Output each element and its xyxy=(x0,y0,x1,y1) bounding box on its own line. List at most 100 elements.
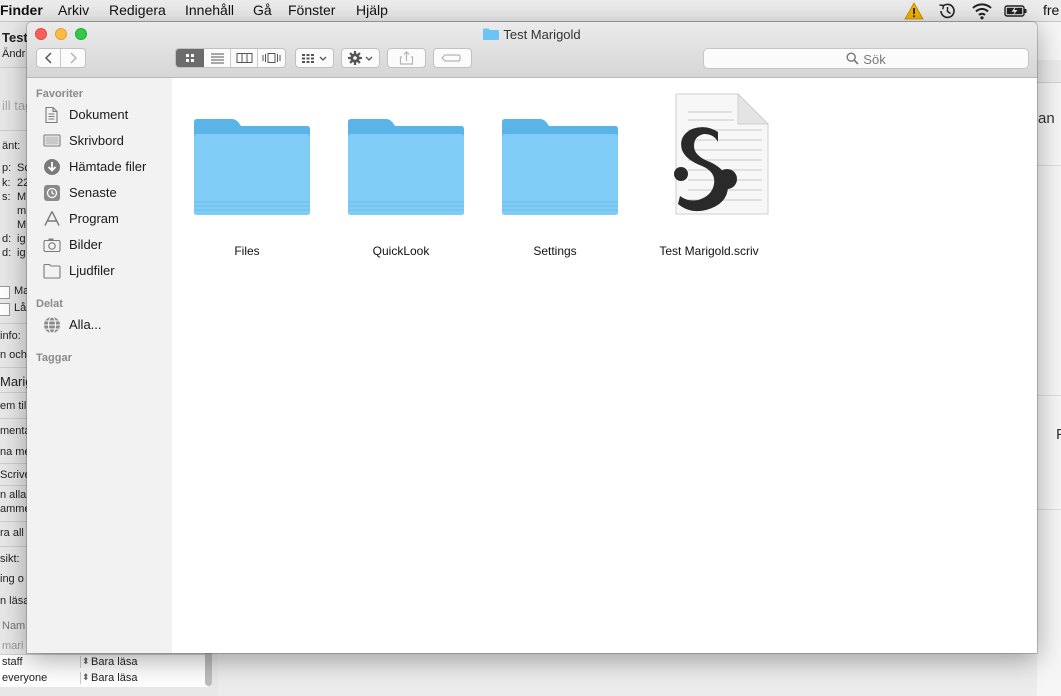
bg-text: na me xyxy=(0,446,31,458)
forward-button[interactable] xyxy=(61,49,85,67)
permissions-table: staff Bara läsa everyone Bara läsa xyxy=(0,654,208,687)
bg-right-text: an xyxy=(1038,110,1055,127)
list-icon xyxy=(211,53,224,64)
time-machine-icon[interactable] xyxy=(937,1,957,21)
sidebar-item-label: Bilder xyxy=(69,237,103,252)
list-view-button[interactable] xyxy=(204,49,231,67)
bg-text: n alla xyxy=(0,489,27,501)
bg-text: Lå xyxy=(14,302,27,314)
sidebar-item-program[interactable]: Program xyxy=(43,209,169,229)
search-field[interactable]: Sök xyxy=(703,48,1029,69)
bg-text: mari xyxy=(2,640,24,652)
sidebar-item-label: Hämtade filer xyxy=(69,159,147,174)
view-mode-control xyxy=(175,48,286,68)
permission-popup[interactable]: Bara läsa xyxy=(80,656,137,668)
bg-text: n och xyxy=(0,349,27,361)
finder-window: Test Marigold Sök Favoriter Dokument Skr… xyxy=(27,22,1037,653)
bg-text: Scrive xyxy=(0,469,31,481)
bg-right-text: P xyxy=(1056,426,1061,443)
folder-icon xyxy=(348,119,464,215)
file-browser-content[interactable]: Files QuickLook Settings Test Marigold.s… xyxy=(172,78,1037,653)
bg-text: M xyxy=(17,219,27,231)
applications-icon xyxy=(44,211,60,226)
file-name: Test Marigold.scriv xyxy=(659,244,759,258)
bg-text: n läsa xyxy=(0,595,30,607)
bg-title: Test xyxy=(2,30,28,45)
table-row[interactable]: staff Bara läsa xyxy=(0,655,208,671)
file-item-test-marigold-scriv[interactable]: Test Marigold.scriv xyxy=(634,92,784,258)
search-icon xyxy=(846,52,859,65)
bg-text: ra all xyxy=(0,527,24,539)
menu-fonster[interactable]: Fönster xyxy=(288,2,335,18)
menu-innehall[interactable]: Innehåll xyxy=(185,2,234,18)
file-name: QuickLook xyxy=(372,244,430,258)
battery-charging-icon[interactable] xyxy=(1004,1,1028,21)
bg-text: sikt: xyxy=(0,553,20,565)
column-view-button[interactable] xyxy=(231,49,258,67)
gallery-view-button[interactable] xyxy=(258,49,285,67)
sidebar-item-ljudfiler[interactable]: Ljudfiler xyxy=(43,261,169,281)
sidebar-item-hamtade-filer[interactable]: Hämtade filer xyxy=(43,157,169,177)
title-bar[interactable]: Test Marigold Sök xyxy=(27,22,1037,78)
folder-icon xyxy=(194,119,310,215)
folder-item-settings[interactable]: Settings xyxy=(480,92,630,258)
wifi-icon[interactable] xyxy=(971,1,993,21)
permission-popup[interactable]: Bara läsa xyxy=(80,672,137,684)
chevron-left-icon xyxy=(44,52,52,64)
table-row[interactable]: everyone Bara läsa xyxy=(0,671,208,687)
search-placeholder: Sök xyxy=(863,52,886,67)
bg-text: ig xyxy=(17,233,26,245)
permission-user: everyone xyxy=(2,672,48,684)
sidebar-item-label: Dokument xyxy=(69,107,129,122)
bg-text: info: xyxy=(0,330,21,342)
menu-finder[interactable]: Finder xyxy=(0,2,43,18)
menu-hjalp[interactable]: Hjälp xyxy=(356,2,388,18)
background-window-area xyxy=(218,653,1037,696)
downloads-icon xyxy=(44,159,60,175)
checkbox[interactable] xyxy=(0,303,10,316)
cover-flow-icon xyxy=(262,53,281,63)
sidebar-section-favorites: Favoriter xyxy=(36,88,84,100)
documents-icon xyxy=(45,106,58,124)
menu-redigera[interactable]: Redigera xyxy=(109,2,166,18)
bg-text: ig xyxy=(17,247,26,259)
share-button[interactable] xyxy=(387,48,426,68)
grid-icon xyxy=(186,54,194,62)
folder-item-files[interactable]: Files xyxy=(172,92,322,258)
menu-arkiv[interactable]: Arkiv xyxy=(58,2,89,18)
icon-view-button[interactable] xyxy=(176,49,204,67)
sidebar-item-bilder[interactable]: Bilder xyxy=(43,235,169,255)
gear-icon xyxy=(348,51,373,65)
folder-icon xyxy=(502,119,618,215)
file-name: Settings xyxy=(533,244,577,258)
clock-text[interactable]: fre xyxy=(1043,2,1059,18)
sidebar-section-shared: Delat xyxy=(36,298,63,310)
sidebar-item-label: Program xyxy=(69,211,119,226)
sidebar-section-tags: Taggar xyxy=(36,352,72,364)
arrange-grid-icon xyxy=(302,54,327,63)
bg-text: änt: xyxy=(2,140,21,152)
sidebar-item-label: Senaste xyxy=(69,185,117,200)
tag-button[interactable] xyxy=(433,48,472,68)
action-button[interactable] xyxy=(341,48,380,68)
columns-icon xyxy=(236,53,253,63)
checkbox[interactable] xyxy=(0,286,10,299)
music-icon xyxy=(43,263,61,279)
back-button[interactable] xyxy=(37,49,61,67)
bg-text: M xyxy=(17,191,27,203)
bg-column-header: Nam xyxy=(2,620,26,632)
arrange-button[interactable] xyxy=(295,48,334,68)
sidebar-item-skrivbord[interactable]: Skrivbord xyxy=(43,131,169,151)
bg-text: k: xyxy=(2,177,11,189)
folder-item-quicklook[interactable]: QuickLook xyxy=(326,92,476,258)
sidebar-item-label: Ljudfiler xyxy=(69,263,115,278)
warning-icon[interactable] xyxy=(904,1,924,21)
sidebar-item-label: Alla... xyxy=(69,317,102,332)
menu-ga[interactable]: Gå xyxy=(253,2,272,18)
network-icon xyxy=(44,316,60,334)
sidebar-item-alla[interactable]: Alla... xyxy=(43,315,169,335)
nav-buttons xyxy=(36,48,86,68)
sidebar-item-dokument[interactable]: Dokument xyxy=(43,105,169,125)
sidebar-item-senaste[interactable]: Senaste xyxy=(43,183,169,203)
menu-bar: Finder Arkiv Redigera Innehåll Gå Fönste… xyxy=(0,0,1061,22)
